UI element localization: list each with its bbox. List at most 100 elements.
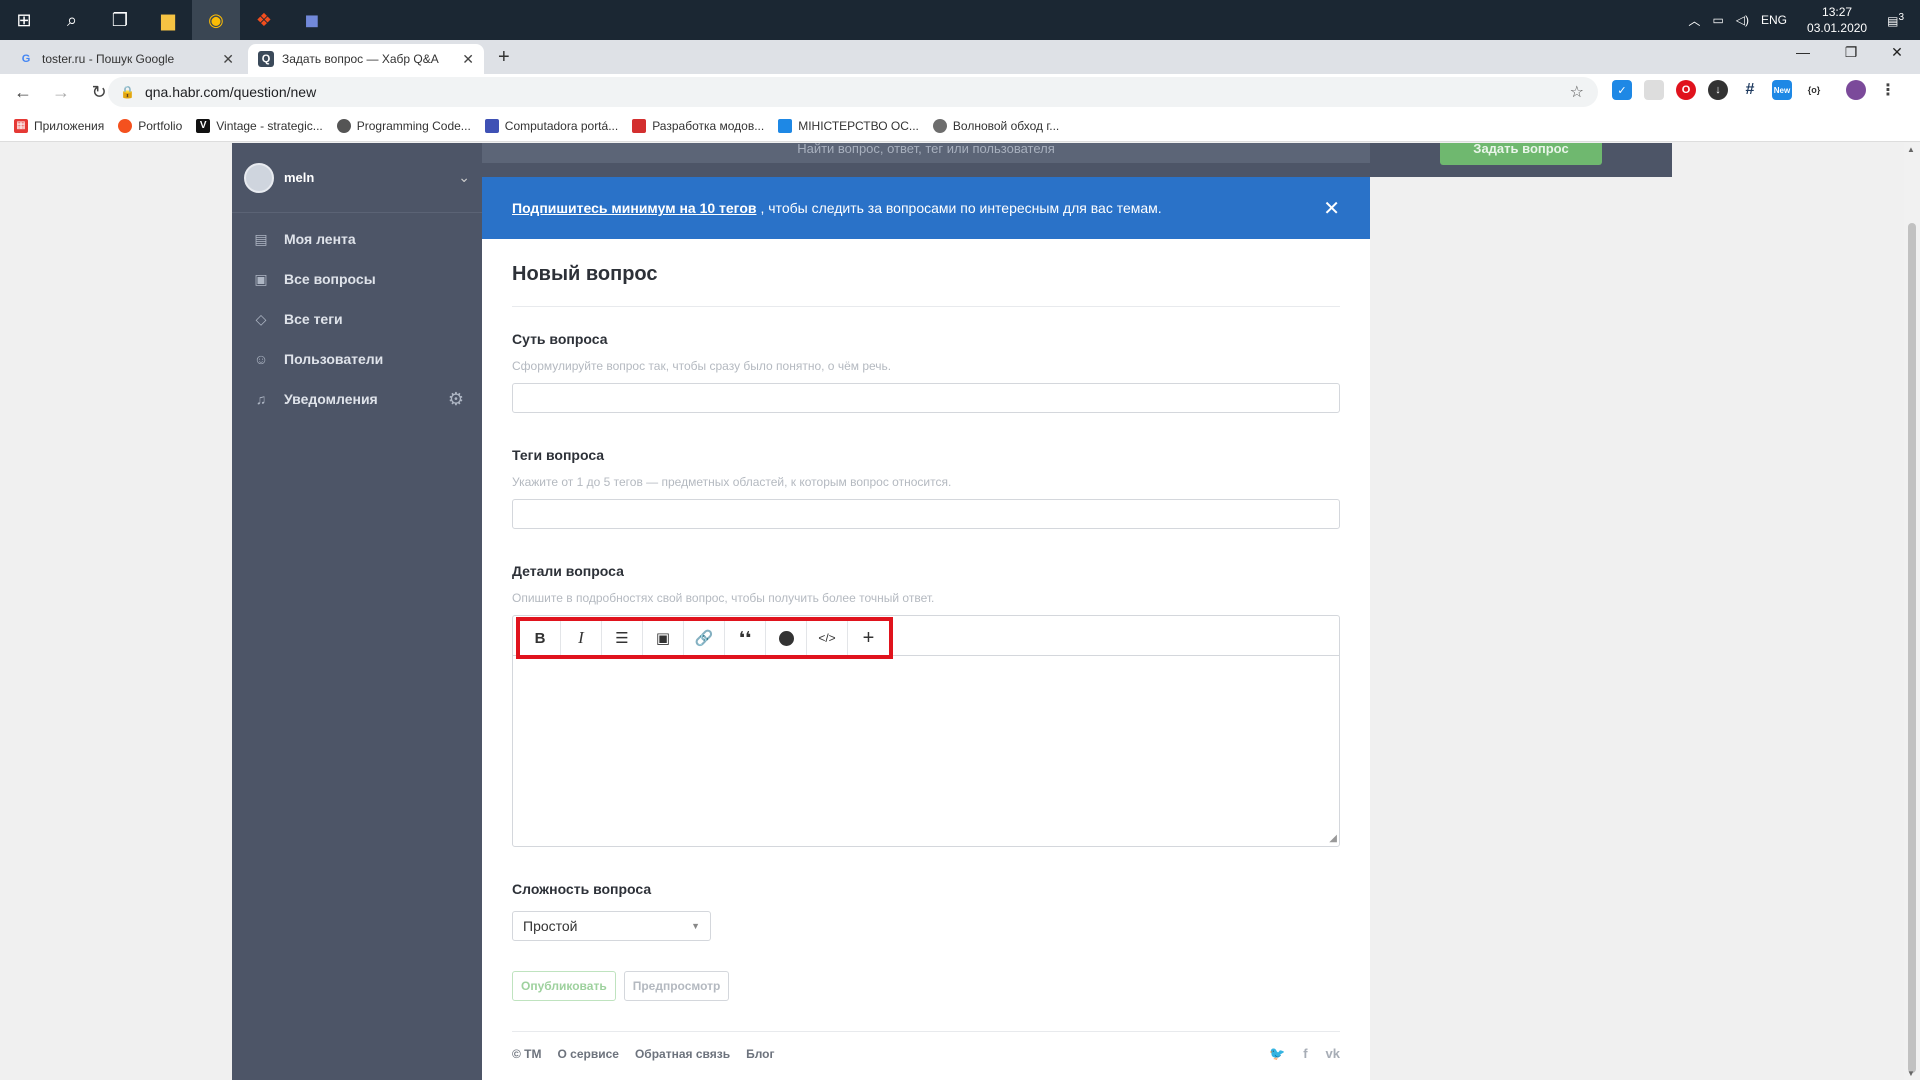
scroll-up-icon[interactable]: ▲ [1907, 145, 1915, 154]
plus-icon[interactable]: + [848, 621, 889, 655]
download-extension-icon[interactable]: ↓ [1708, 80, 1728, 100]
figma-icon[interactable]: ❖ [240, 0, 288, 40]
search-input[interactable]: Найти вопрос, ответ, тег или пользовател… [482, 143, 1370, 163]
bookmark-portfolio[interactable]: Portfolio [118, 118, 183, 133]
details-editor[interactable]: B I ☰ ▣ 🔗 ❛❛ </> + ◢ [512, 615, 1340, 847]
complexity-select[interactable]: Простой ▼ [512, 911, 711, 941]
footer-blog-link[interactable]: Блог [746, 1047, 774, 1061]
page-scrollbar[interactable]: ▲ ▼ [1904, 143, 1920, 1080]
gear-icon[interactable]: ⚙ [448, 389, 464, 410]
bookmark-ministry[interactable]: МІНІСТЕРСТВО ОС... [778, 118, 919, 133]
twitter-icon[interactable]: 🐦 [1269, 1046, 1285, 1062]
image-icon[interactable]: ▣ [643, 621, 684, 655]
minimize-button[interactable]: — [1780, 44, 1826, 60]
bookmark-mods[interactable]: Разработка модов... [632, 118, 764, 133]
profile-avatar-icon[interactable] [1846, 80, 1866, 100]
close-icon[interactable]: ✕ [462, 51, 474, 68]
bookmark-vintage[interactable]: V Vintage - strategic... [196, 118, 323, 133]
close-window-button[interactable]: ✕ [1874, 44, 1920, 61]
sidebar-item-users[interactable]: ☺ Пользователи [232, 339, 482, 379]
discord-icon[interactable]: ◼ [288, 0, 336, 40]
list-icon[interactable]: ☰ [602, 621, 643, 655]
new-tab-button[interactable]: + [498, 46, 510, 69]
language-indicator[interactable]: ENG [1755, 13, 1793, 27]
wave-icon [932, 118, 947, 133]
volume-icon[interactable]: ◁) [1730, 13, 1755, 27]
questions-icon: ▣ [254, 270, 268, 287]
network-icon[interactable]: ▭ [1706, 13, 1729, 27]
mods-icon [632, 118, 647, 133]
restore-button[interactable]: ❐ [1828, 44, 1874, 61]
scroll-down-icon[interactable]: ▼ [1907, 1069, 1915, 1078]
sidebar-item-tags[interactable]: ◇ Все теги [232, 299, 482, 339]
back-icon[interactable]: ← [8, 82, 38, 103]
user-menu[interactable]: meln ⌄ [232, 143, 482, 213]
users-icon: ☺ [253, 351, 269, 367]
chrome-icon[interactable]: ◉ [192, 0, 240, 40]
windows-start-icon[interactable]: ⊞ [0, 0, 48, 40]
footer: © ТМ О сервисе Обратная связь Блог 🐦 f v… [512, 1031, 1340, 1062]
hashtag-extension-icon[interactable]: # [1740, 80, 1760, 100]
spoiler-icon[interactable] [766, 621, 807, 655]
vk-icon[interactable]: vk [1326, 1046, 1340, 1062]
details-hint: Опишите в подробностях свой вопрос, чтоб… [512, 591, 935, 605]
opera-extension-icon[interactable]: O [1676, 80, 1696, 100]
search-icon[interactable]: ⌕ [48, 0, 96, 40]
subscribe-link[interactable]: Подпишитесь минимум на 10 тегов [512, 200, 756, 216]
ask-question-button[interactable]: Задать вопрос [1440, 143, 1602, 165]
file-explorer-icon[interactable]: ▆ [144, 0, 192, 40]
bookmark-label: Programming Code... [356, 118, 471, 133]
notification-icon[interactable]: ▤3 [1881, 12, 1920, 28]
tab-habr[interactable]: Q Задать вопрос — Хабр Q&A ✕ [248, 44, 484, 74]
bookmark-wave[interactable]: Волновой обход г... [932, 118, 1059, 133]
subscribe-banner: Подпишитесь минимум на 10 тегов , чтобы … [482, 177, 1370, 239]
bookmark-apps[interactable]: ▦ Приложения [14, 118, 104, 133]
link-icon[interactable]: 🔗 [684, 621, 725, 655]
tag-icon: ◇ [255, 310, 267, 327]
tags-label: Теги вопроса [512, 447, 605, 463]
facebook-icon[interactable]: f [1303, 1046, 1307, 1062]
summary-input[interactable] [512, 383, 1340, 413]
task-view-icon[interactable]: ❐ [96, 0, 144, 40]
sidebar-item-notifications[interactable]: ♫ Уведомления ⚙ [232, 379, 482, 419]
editor-toolbar: B I ☰ ▣ 🔗 ❛❛ </> + [513, 616, 1339, 659]
chevron-down-icon[interactable]: ⌄ [458, 169, 470, 186]
bookmark-programming[interactable]: Programming Code... [336, 118, 471, 133]
page-title: Новый вопрос [512, 239, 1340, 307]
clock[interactable]: 13:27 03.01.2020 [1793, 4, 1881, 36]
chevron-up-icon[interactable]: ︿ [1682, 12, 1706, 29]
sidebar-item-feed[interactable]: ▤ Моя лента [232, 219, 482, 259]
preview-button[interactable]: Предпросмотр [623, 971, 730, 1001]
new-extension-icon[interactable]: New [1772, 80, 1792, 100]
close-icon[interactable]: ✕ [1323, 196, 1340, 221]
footer-about-link[interactable]: О сервисе [558, 1047, 619, 1061]
address-bar[interactable]: 🔒 qna.habr.com/question/new ☆ [108, 77, 1598, 107]
footer-feedback-link[interactable]: Обратная связь [635, 1047, 730, 1061]
tab-google[interactable]: G toster.ru - Пошук Google ✕ [8, 44, 244, 74]
italic-icon[interactable]: I [561, 621, 602, 655]
main-content: Подпишитесь минимум на 10 тегов , чтобы … [482, 177, 1370, 1080]
sidebar-item-label: Все вопросы [284, 271, 376, 287]
publish-button[interactable]: Опубликовать [512, 971, 616, 1001]
star-icon[interactable]: ☆ [1570, 82, 1584, 102]
spoiler-dot [778, 630, 794, 646]
blank-extension-icon[interactable] [1644, 80, 1664, 100]
tab-strip: G toster.ru - Пошук Google ✕ Q Задать во… [0, 40, 1920, 74]
scrollbar-thumb[interactable] [1908, 223, 1916, 1073]
menu-kebab-icon[interactable]: ⋮ [1878, 80, 1898, 100]
tags-input[interactable] [512, 499, 1340, 529]
code-extension-icon[interactable]: {o} [1804, 80, 1824, 100]
quote-icon[interactable]: ❛❛ [725, 621, 766, 655]
shield-extension-icon[interactable]: ✓ [1612, 80, 1632, 100]
bookmark-computadora[interactable]: Computadora portá... [484, 118, 618, 133]
code-icon[interactable]: </> [807, 621, 848, 655]
feed-icon: ▤ [254, 230, 268, 247]
bold-icon[interactable]: B [520, 621, 561, 655]
highlighted-toolbar-group: B I ☰ ▣ 🔗 ❛❛ </> + [516, 617, 893, 659]
resize-handle-icon[interactable]: ◢ [1329, 833, 1337, 844]
sidebar-item-label: Моя лента [284, 231, 356, 247]
forward-icon[interactable]: → [46, 82, 76, 103]
close-icon[interactable]: ✕ [222, 51, 234, 68]
bookmark-label: Portfolio [138, 118, 183, 133]
sidebar-item-questions[interactable]: ▣ Все вопросы [232, 259, 482, 299]
